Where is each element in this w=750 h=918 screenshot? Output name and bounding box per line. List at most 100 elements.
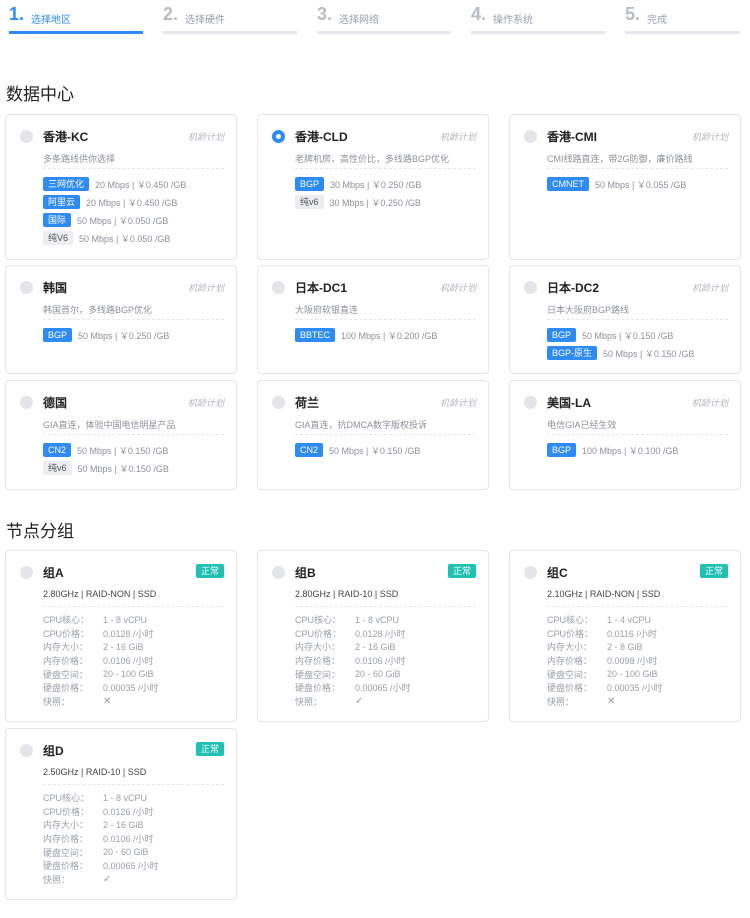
radio-button[interactable]	[20, 744, 33, 757]
group-hardware-summary: 2.80GHz | RAID-10 | SSD	[295, 589, 399, 599]
spec-row: 快照： ✓	[43, 873, 159, 887]
datacenter-card-hk-cmi[interactable]: 香港-CMI 机龄计划 CMI线路直连，带2G防御，廉价路线 CMNET 50 M…	[509, 114, 741, 260]
spec-label: 内存价格：	[43, 656, 89, 667]
spec-label: 快照：	[547, 696, 575, 707]
spec-row: 内存价格： 0.0098 /小时	[547, 654, 663, 668]
datacenter-card-germany[interactable]: 德国 机龄计划 GIA直连，体验中国电信明星产品 CN2 50 Mbps | ￥0…	[5, 380, 237, 490]
group-name: 组D	[43, 744, 64, 758]
datacenter-card-japan-dc1[interactable]: 日本-DC1 机龄计划 大阪府软银直连 BBTEC 100 Mbps | ￥0.2…	[257, 265, 489, 374]
spec-label: 硬盘空间：	[295, 669, 341, 680]
datacenter-name: 日本-DC2	[547, 281, 600, 295]
wizard-steps: 1. 选择地区 2. 选择硬件 3. 选择网络 4. 操作系统 5. 完成	[0, 0, 750, 40]
radio-button[interactable]	[20, 566, 33, 579]
step-select-hardware[interactable]: 2. 选择硬件	[163, 0, 297, 36]
step-finish[interactable]: 5. 完成	[625, 0, 740, 36]
datacenter-card-netherlands[interactable]: 荷兰 机龄计划 GIA直连，抗DMCA数字版权投诉 CN2 50 Mbps | ￥…	[257, 380, 489, 490]
divider	[43, 784, 224, 785]
spec-value: 1 - 4 vCPU	[607, 614, 652, 625]
line-price: 50 Mbps | ￥0.150 /GB	[603, 348, 695, 359]
spec-row: 内存大小： 2 - 16 GiB	[43, 640, 159, 654]
spec-value: 0.0106 /小时	[355, 656, 406, 667]
node-group-card-c[interactable]: 组C 正常 2.10GHz | RAID-NON | SSD CPU核心： 1 -…	[509, 550, 741, 722]
datacenter-description: CMI线路直连，带2G防御，廉价路线	[547, 154, 693, 164]
spec-row: 硬盘价格： 0.00035 /小时	[547, 681, 663, 695]
node-group-card-a[interactable]: 组A 正常 2.80GHz | RAID-NON | SSD CPU核心： 1 -…	[5, 550, 237, 722]
datacenter-card-korea[interactable]: 韩国 机龄计划 韩国首尔，多线路BGP优化 BGP 50 Mbps | ￥0.25…	[5, 265, 237, 374]
line-list: BGP 50 Mbps | ￥0.150 /GB BGP-原生 50 Mbps | …	[547, 326, 694, 362]
node-group-card-b[interactable]: 组B 正常 2.80GHz | RAID-10 | SSD CPU核心： 1 - …	[257, 550, 489, 722]
line-item: BGP 50 Mbps | ￥0.250 /GB	[43, 326, 169, 344]
spec-value: 0.0128 /小时	[103, 628, 154, 639]
spec-label: 快照：	[43, 874, 71, 885]
step-progress-bar	[471, 31, 605, 34]
step-number: 2.	[163, 4, 179, 24]
radio-button[interactable]	[524, 130, 537, 143]
datacenter-description: 多条路线供你选择	[43, 154, 116, 164]
datacenter-card-japan-dc2[interactable]: 日本-DC2 机龄计划 日本大阪府BGP路线 BGP 50 Mbps | ￥0.1…	[509, 265, 741, 374]
plan-label: 机龄计划	[187, 132, 224, 142]
line-price: 50 Mbps | ￥0.050 /GB	[79, 233, 171, 244]
datacenter-card-hk-cld[interactable]: 香港-CLD 机龄计划 老牌机房，高性价比，多线路BGP优化 BGP 30 Mbp…	[257, 114, 489, 260]
line-price: 30 Mbps | ￥0.250 /GB	[330, 179, 422, 190]
radio-button[interactable]	[20, 396, 33, 409]
radio-button[interactable]	[272, 281, 285, 294]
spec-row: 硬盘价格： 0.00065 /小时	[295, 681, 411, 695]
spec-list: CPU核心： 1 - 8 vCPU CPU价格： 0.0128 /小时 内存大小： 2…	[295, 613, 411, 708]
spec-label: CPU核心：	[43, 793, 90, 804]
line-item: BGP 100 Mbps | ￥0.100 /GB	[547, 441, 678, 459]
line-price: 20 Mbps | ￥0.450 /GB	[95, 179, 187, 190]
spec-value: 20 - 60 GiB	[103, 847, 149, 858]
step-operating-system[interactable]: 4. 操作系统	[471, 0, 605, 36]
line-price: 50 Mbps | ￥0.150 /GB	[77, 463, 169, 474]
step-number: 5.	[625, 4, 641, 24]
step-select-region[interactable]: 1. 选择地区	[9, 0, 143, 36]
datacenter-card-us-la[interactable]: 美国-LA 机龄计划 电信GIA已经生效 BGP 100 Mbps | ￥0.10…	[509, 380, 741, 490]
divider	[547, 606, 728, 607]
spec-label: 内存大小：	[547, 642, 593, 653]
step-progress-bar	[9, 31, 143, 34]
datacenter-card-hk-kc[interactable]: 香港-KC 机龄计划 多条路线供你选择 三网优化 20 Mbps | ￥0.450…	[5, 114, 237, 260]
spec-value: 20 - 100 GiB	[103, 669, 154, 680]
step-select-network[interactable]: 3. 选择网络	[317, 0, 451, 36]
status-badge: 正常	[195, 564, 224, 578]
spec-label: CPU价格：	[43, 628, 90, 639]
radio-button[interactable]	[20, 281, 33, 294]
spec-list: CPU核心： 1 - 8 vCPU CPU价格： 0.0126 /小时 内存大小： 2…	[43, 791, 159, 886]
divider	[43, 434, 224, 435]
spec-value: 2 - 16 GiB	[103, 641, 144, 652]
radio-button[interactable]	[524, 281, 537, 294]
spec-label: 内存大小：	[43, 820, 89, 831]
radio-button[interactable]	[272, 396, 285, 409]
radio-button[interactable]	[20, 130, 33, 143]
radio-button[interactable]	[524, 396, 537, 409]
plan-label: 机龄计划	[439, 132, 476, 142]
spec-row: 硬盘价格： 0.00035 /小时	[43, 681, 159, 695]
plan-label: 机龄计划	[439, 283, 476, 293]
spec-row: 快照： ✓	[295, 695, 411, 709]
spec-label: CPU价格：	[547, 628, 594, 639]
line-tag: BBTEC	[295, 328, 336, 342]
node-group-card-d[interactable]: 组D 正常 2.50GHz | RAID-10 | SSD CPU核心： 1 - …	[5, 728, 237, 900]
line-tag: BGP	[43, 328, 73, 342]
spec-label: 内存大小：	[295, 642, 341, 653]
spec-value: 2 - 8 GiB	[607, 641, 643, 652]
plan-label: 机龄计划	[691, 132, 728, 142]
radio-button[interactable]	[524, 566, 537, 579]
datacenter-name: 日本-DC1	[295, 281, 348, 295]
radio-button-selected[interactable]	[272, 130, 285, 143]
spec-value: 0.0126 /小时	[103, 806, 154, 817]
spec-row: 硬盘空间： 20 - 60 GiB	[43, 845, 159, 859]
group-hardware-summary: 2.80GHz | RAID-NON | SSD	[43, 589, 157, 599]
radio-button[interactable]	[272, 566, 285, 579]
group-hardware-summary: 2.50GHz | RAID-10 | SSD	[43, 767, 147, 777]
spec-row: CPU核心： 1 - 8 vCPU	[43, 613, 159, 627]
spec-label: CPU价格：	[43, 806, 90, 817]
spec-label: 硬盘价格：	[43, 861, 89, 872]
spec-value: 0.0128 /小时	[355, 628, 406, 639]
line-tag: BGP	[547, 328, 577, 342]
spec-row: CPU价格： 0.0128 /小时	[295, 627, 411, 641]
datacenter-description: 电信GIA已经生效	[547, 420, 617, 430]
line-item: CMNET 50 Mbps | ￥0.055 /GB	[547, 175, 686, 193]
divider	[295, 606, 476, 607]
line-tag: 纯v6	[295, 195, 324, 209]
